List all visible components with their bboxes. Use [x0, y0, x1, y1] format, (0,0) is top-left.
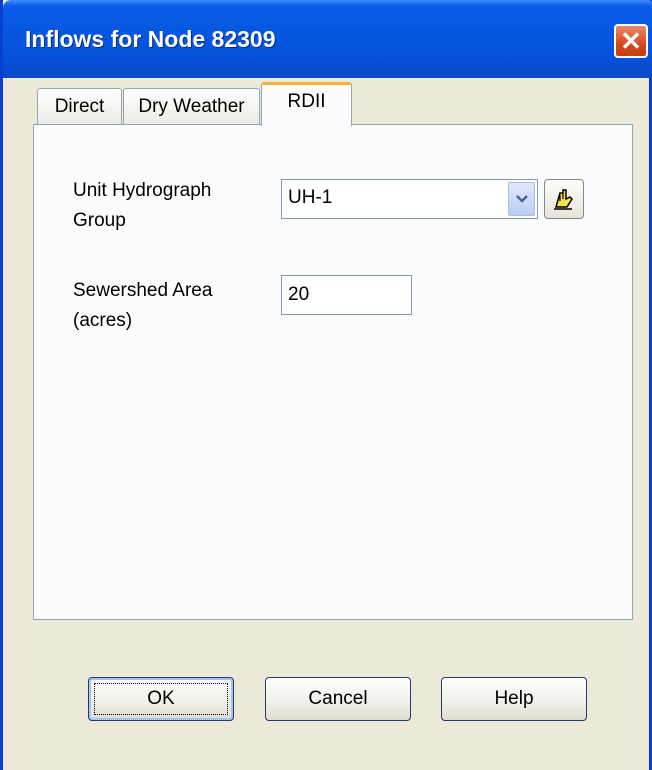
sewershed-label-line2: (acres): [73, 310, 133, 331]
window-title: Inflows for Node 82309: [25, 26, 276, 52]
close-button[interactable]: ✕: [614, 24, 648, 58]
inflows-dialog: Inflows for Node 82309 ✕ Direct Dry Weat…: [0, 0, 652, 770]
unit-hydrograph-select[interactable]: UH-1: [281, 179, 538, 219]
unit-hydrograph-value: UH-1: [288, 187, 333, 208]
title-bar[interactable]: Inflows for Node 82309 ✕: [3, 0, 652, 78]
sewershed-label-line1: Sewershed Area: [73, 280, 213, 301]
edit-unit-hydrograph-button[interactable]: [544, 179, 584, 219]
chevron-down-icon: [515, 195, 528, 203]
unit-hydrograph-label-line2: Group: [73, 210, 126, 231]
close-icon: ✕: [620, 26, 642, 56]
unit-hydrograph-label: Unit Hydrograph Group: [73, 176, 211, 236]
tab-strip: Direct Dry Weather RDII: [33, 80, 633, 126]
tab-direct[interactable]: Direct: [37, 88, 122, 124]
unit-hydrograph-label-line1: Unit Hydrograph: [73, 180, 212, 201]
dropdown-button[interactable]: [508, 182, 535, 216]
ok-button[interactable]: OK: [88, 677, 234, 721]
cancel-label: Cancel: [308, 688, 368, 709]
sewershed-area-input[interactable]: 20: [281, 275, 412, 315]
help-label: Help: [494, 688, 534, 709]
tab-rdii[interactable]: RDII: [261, 82, 352, 126]
help-button[interactable]: Help: [441, 677, 587, 721]
cancel-button[interactable]: Cancel: [265, 677, 411, 721]
pencil-hand-icon: [554, 189, 573, 210]
focus-rectangle: [94, 683, 228, 715]
sewershed-area-label: Sewershed Area (acres): [73, 276, 212, 336]
tab-dry-weather[interactable]: Dry Weather: [123, 88, 260, 124]
